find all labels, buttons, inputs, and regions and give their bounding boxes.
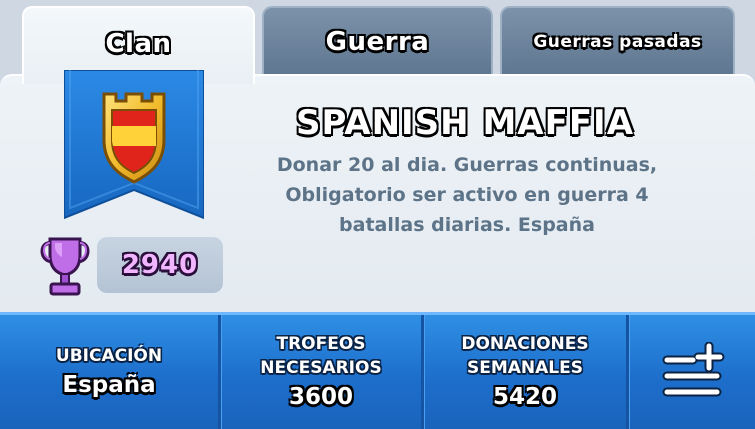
stat-required-trophies: TROFEOS NECESARIOS 3600 <box>221 315 421 429</box>
tab-guerra[interactable]: Guerra <box>262 6 493 76</box>
stat-required-trophies-value: 3600 <box>288 384 353 410</box>
clan-description-line: Donar 20 al dia. Guerras continuas, <box>276 154 658 176</box>
stat-weekly-donations-label-1: DONACIONES <box>461 334 589 354</box>
stat-location: UBICACIÓN España <box>0 315 218 429</box>
stat-required-trophies-label-1: TROFEOS <box>276 334 366 354</box>
stat-required-trophies-label-2: NECESARIOS <box>260 358 382 378</box>
clan-description-line: batallas diarias. España <box>339 214 595 236</box>
clan-description: Donar 20 al dia. Guerras continuas, Obli… <box>232 150 702 240</box>
clan-stats-bar: UBICACIÓN España TROFEOS NECESARIOS 3600… <box>0 312 755 429</box>
tab-guerras-pasadas[interactable]: Guerras pasadas <box>500 6 735 76</box>
tab-guerra-label: Guerra <box>325 27 430 57</box>
stat-weekly-donations-label-2: SEMANALES <box>466 358 583 378</box>
clan-badge-icon <box>63 69 205 220</box>
stat-location-label: UBICACIÓN <box>55 346 163 366</box>
stat-weekly-donations: DONACIONES SEMANALES 5420 <box>424 315 626 429</box>
clan-name: SPANISH MAFFIA <box>295 103 635 143</box>
clan-trophies-box: 2940 <box>97 237 223 293</box>
stats-divider <box>626 315 629 429</box>
trophy-icon <box>36 235 94 297</box>
add-list-icon <box>662 342 724 397</box>
clan-menu-button[interactable] <box>630 315 755 429</box>
tab-guerras-pasadas-label: Guerras pasadas <box>533 32 702 52</box>
tab-clan-label: Clan <box>105 29 172 59</box>
clan-trophies-value: 2940 <box>121 250 199 280</box>
stat-location-value: España <box>62 372 156 398</box>
stat-weekly-donations-value: 5420 <box>492 384 557 410</box>
clan-description-line: Obligatorio ser activo en guerra 4 <box>285 184 649 206</box>
